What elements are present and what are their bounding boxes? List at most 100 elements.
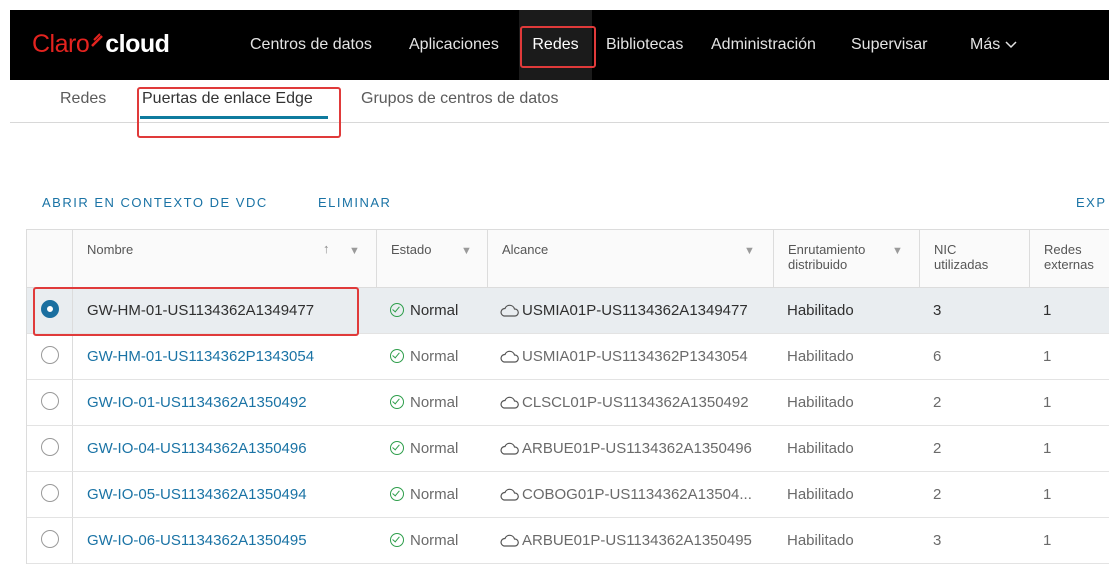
- gateway-name-link[interactable]: GW-IO-04-US1134362A1350496: [87, 426, 373, 471]
- row-select-radio[interactable]: [41, 438, 59, 456]
- header-label-line1: Redes: [1044, 242, 1082, 257]
- sort-ascending-icon[interactable]: ↑: [323, 241, 330, 256]
- scope-text: ARBUE01P-US1134362A1350496: [522, 440, 752, 457]
- cloud-icon: [499, 337, 519, 379]
- nav-item-bibliotecas[interactable]: Bibliotecas: [606, 10, 683, 80]
- tab-redes[interactable]: Redes: [60, 90, 106, 108]
- gateway-name-link[interactable]: GW-IO-06-US1134362A1350495: [87, 518, 373, 563]
- status-ok-icon: [390, 303, 404, 317]
- nic-count-cell: 3: [933, 302, 942, 319]
- routing-cell: Habilitado: [787, 532, 854, 549]
- header-label-line2: externas: [1044, 257, 1094, 272]
- scope-text: USMIA01P-US1134362A1349477: [522, 302, 748, 319]
- table-row[interactable]: GW-IO-01-US1134362A1350492 Normal CLSCL01P…: [27, 380, 1109, 426]
- header-label-line2: distribuido: [788, 257, 848, 272]
- cloud-icon: [499, 475, 519, 517]
- highlight-box-edge-tab: [137, 87, 341, 138]
- nav-item-aplicaciones[interactable]: Aplicaciones: [409, 10, 499, 80]
- table-row[interactable]: GW-IO-04-US1134362A1350496 Normal ARBUE01P…: [27, 426, 1109, 472]
- scope-cell: USMIA01P-US1134362A1349477: [499, 288, 771, 333]
- row-separator: [72, 426, 73, 471]
- open-in-vdc-context-button[interactable]: ABRIR EN CONTEXTO DE VDC: [42, 195, 268, 210]
- row-separator: [72, 334, 73, 379]
- column-header-estado[interactable]: Estado ▼: [376, 230, 487, 287]
- cloud-icon: [499, 429, 519, 471]
- status-ok-icon: [390, 441, 404, 455]
- logo-cloud-text: cloud: [105, 30, 170, 58]
- filter-icon[interactable]: ▼: [461, 244, 472, 259]
- highlight-box-redes: [520, 26, 596, 68]
- column-header-nic[interactable]: NIC utilizadas: [919, 230, 1029, 287]
- scope-text: USMIA01P-US1134362P1343054: [522, 348, 748, 365]
- status-text: Normal: [410, 302, 459, 319]
- row-select-radio[interactable]: [41, 392, 59, 410]
- external-networks-cell: 1: [1043, 440, 1052, 457]
- scope-cell: ARBUE01P-US1134362A1350496: [499, 426, 771, 471]
- scope-cell: CLSCL01P-US1134362A1350492: [499, 380, 771, 425]
- table-row[interactable]: GW-IO-05-US1134362A1350494 Normal COBOG01P…: [27, 472, 1109, 518]
- logo-claro-text: Claro: [32, 30, 90, 58]
- scope-text: ARBUE01P-US1134362A1350495: [522, 532, 752, 549]
- status-text: Normal: [410, 486, 459, 503]
- row-separator: [72, 472, 73, 517]
- status-cell: Normal: [390, 426, 490, 471]
- export-button[interactable]: EXP: [1076, 195, 1107, 210]
- external-networks-cell: 1: [1043, 394, 1052, 411]
- header-label: Nombre: [87, 242, 134, 257]
- status-text: Normal: [410, 532, 459, 549]
- external-networks-cell: 1: [1043, 348, 1052, 365]
- gateway-name-link[interactable]: GW-IO-01-US1134362A1350492: [87, 380, 373, 425]
- row-select-radio[interactable]: [41, 346, 59, 364]
- filter-icon[interactable]: ▼: [349, 244, 360, 259]
- routing-cell: Habilitado: [787, 394, 854, 411]
- nic-count-cell: 2: [933, 440, 942, 457]
- external-networks-cell: 1: [1043, 486, 1052, 503]
- row-separator: [72, 380, 73, 425]
- column-header-alcance[interactable]: Alcance ▼: [487, 230, 773, 287]
- status-cell: Normal: [390, 472, 490, 517]
- row-separator: [72, 518, 73, 563]
- edge-gateways-table: Nombre ↑ ▼ Estado ▼ Alcance ▼ Enrutamien…: [26, 229, 1109, 564]
- table-row[interactable]: GW-IO-06-US1134362A1350495 Normal ARBUE01P…: [27, 518, 1109, 564]
- logo-mark-icon: [91, 33, 104, 47]
- status-ok-icon: [390, 349, 404, 363]
- table-header-row: Nombre ↑ ▼ Estado ▼ Alcance ▼ Enrutamien…: [27, 230, 1109, 288]
- delete-button[interactable]: ELIMINAR: [318, 195, 391, 210]
- header-label-line1: NIC: [934, 242, 957, 257]
- filter-icon[interactable]: ▼: [892, 244, 903, 259]
- cloud-icon: [499, 383, 519, 425]
- nav-item-mas[interactable]: Más: [970, 10, 1017, 80]
- status-text: Normal: [410, 394, 459, 411]
- cloud-icon: [499, 291, 519, 333]
- nav-item-centros-de-datos[interactable]: Centros de datos: [250, 10, 372, 80]
- claro-cloud-logo[interactable]: Claro cloud: [32, 30, 170, 59]
- row-select-radio[interactable]: [41, 484, 59, 502]
- column-header-nombre[interactable]: Nombre ↑ ▼: [72, 230, 376, 287]
- gateway-name-link[interactable]: GW-HM-01-US1134362P1343054: [87, 334, 373, 379]
- gateway-name-link[interactable]: GW-IO-05-US1134362A1350494: [87, 472, 373, 517]
- nav-item-supervisar[interactable]: Supervisar: [851, 10, 927, 80]
- status-cell: Normal: [390, 288, 490, 333]
- header-label-line2: utilizadas: [934, 257, 989, 272]
- nav-item-administracion[interactable]: Administración: [711, 10, 816, 80]
- status-text: Normal: [410, 348, 459, 365]
- routing-cell: Habilitado: [787, 486, 854, 503]
- column-header-redes-externas[interactable]: Redes externas: [1029, 230, 1109, 287]
- routing-cell: Habilitado: [787, 440, 854, 457]
- nic-count-cell: 2: [933, 486, 942, 503]
- scope-cell: USMIA01P-US1134362P1343054: [499, 334, 771, 379]
- column-header-enrutamiento[interactable]: Enrutamiento distribuido ▼: [773, 230, 919, 287]
- routing-cell: Habilitado: [787, 348, 854, 365]
- cloud-icon: [499, 521, 519, 563]
- row-select-radio[interactable]: [41, 530, 59, 548]
- chevron-down-icon: [1005, 41, 1017, 49]
- status-ok-icon: [390, 395, 404, 409]
- status-cell: Normal: [390, 334, 490, 379]
- external-networks-cell: 1: [1043, 532, 1052, 549]
- nic-count-cell: 2: [933, 394, 942, 411]
- routing-cell: Habilitado: [787, 302, 854, 319]
- table-row[interactable]: GW-HM-01-US1134362P1343054 Normal USMIA01P…: [27, 334, 1109, 380]
- tab-grupos-de-centros-de-datos[interactable]: Grupos de centros de datos: [361, 90, 558, 108]
- nic-count-cell: 3: [933, 532, 942, 549]
- filter-icon[interactable]: ▼: [744, 244, 755, 259]
